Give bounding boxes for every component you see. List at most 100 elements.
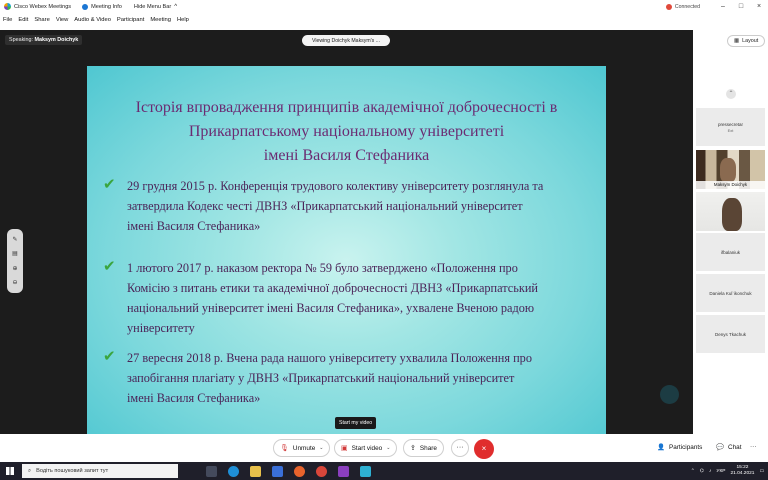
- participant-video-tile[interactable]: [696, 192, 765, 231]
- start-video-button[interactable]: ▣ Start video ⌄: [334, 439, 398, 457]
- search-placeholder: Водіть пошуковий запит тут: [36, 468, 109, 474]
- slide-bullet-text: 1 лютого 2017 р. наказом ректора № 59 бу…: [127, 258, 538, 338]
- menu-view[interactable]: View: [56, 17, 68, 23]
- task-view-icon[interactable]: [206, 465, 217, 477]
- viber-icon[interactable]: [338, 465, 349, 477]
- slide-text-line: імені Василя Стефаника»: [127, 219, 261, 233]
- active-speaker-badge: Speaking: Maksym Doichyk: [5, 35, 83, 45]
- participant-tile[interactable]: ifbalaniuk: [696, 233, 765, 271]
- volume-icon[interactable]: ♪: [709, 469, 711, 474]
- start-video-label: Start video: [351, 444, 383, 452]
- pen-icon[interactable]: ✎: [12, 236, 17, 243]
- layout-icon: ▦: [734, 38, 740, 44]
- zoom-out-icon[interactable]: ⊖: [12, 279, 17, 286]
- participant-tile[interactable]: Daniela Kul`ikonchuk: [696, 274, 765, 312]
- slide-text-line: 29 грудня 2015 р. Конференція трудового …: [127, 179, 544, 193]
- participant-name: pressecretar: [717, 121, 743, 127]
- menu-file[interactable]: File: [3, 17, 12, 23]
- viewing-indicator[interactable]: Viewing Doichyk Maksym's ...: [302, 35, 390, 46]
- webex-taskbar-icon[interactable]: [360, 465, 371, 477]
- share-icon: ⇪: [410, 445, 416, 452]
- windows-taskbar: ⌕ Водіть пошуковий запит тут ⌃ ⌬ ♪ УКР 1…: [0, 462, 768, 480]
- slide-text-line: затвердила Кодекс честі ДВНЗ «Прикарпатс…: [127, 199, 523, 213]
- meeting-info-tab[interactable]: Meeting Info: [76, 3, 128, 10]
- layout-button[interactable]: ▦ Layout: [727, 35, 766, 47]
- notifications-icon[interactable]: ▭: [759, 469, 764, 474]
- chat-button[interactable]: 💬 Chat: [716, 443, 742, 452]
- pointer-icon[interactable]: ▤: [12, 250, 18, 257]
- slide-title-line: Прикарпатському національному університе…: [188, 123, 505, 140]
- close-button[interactable]: ×: [750, 3, 768, 10]
- edge-icon[interactable]: [228, 465, 239, 477]
- clock-date: 21.04.2021: [730, 471, 755, 476]
- network-icon[interactable]: ⌬: [700, 469, 704, 474]
- slide-title-line: імені Василя Стефаника: [263, 147, 430, 164]
- slide-text-line: запобігання плагіату у ДВНЗ «Прикарпатсь…: [127, 371, 515, 385]
- video-off-icon: ▣: [341, 445, 348, 452]
- chevron-up-icon: ^: [174, 3, 178, 10]
- more-options-button[interactable]: ···: [451, 439, 469, 457]
- unmute-button[interactable]: 🎙 Unmute ⌄: [273, 439, 331, 457]
- zoom-in-icon[interactable]: ⊕: [12, 265, 17, 272]
- maximize-button[interactable]: □: [732, 3, 750, 10]
- info-icon: [82, 3, 89, 10]
- language-indicator[interactable]: УКР: [716, 469, 725, 474]
- tray-chevron-up-icon[interactable]: ⌃: [691, 469, 695, 474]
- slide-title: Історія впровадження принципів академічн…: [87, 96, 606, 168]
- clock[interactable]: 15:22 21.04.2021: [730, 465, 754, 477]
- layout-label: Layout: [742, 38, 759, 44]
- participant-tile[interactable]: Denys Tkachuk: [696, 315, 765, 353]
- participant-name: Denys Tkachuk: [715, 331, 746, 337]
- unmute-label: Unmute: [292, 444, 316, 452]
- chevron-down-icon[interactable]: ⌄: [319, 445, 323, 451]
- slide-text-line: університету: [127, 321, 195, 335]
- participant-name: Maksym Doichyk: [696, 181, 765, 189]
- checkmark-icon: ✔: [103, 348, 116, 365]
- slide-title-line: Історія впровадження принципів академічн…: [135, 99, 558, 116]
- participant-tile[interactable]: pressecretar Ext: [696, 108, 765, 146]
- menu-edit[interactable]: Edit: [18, 17, 28, 23]
- chevron-down-icon[interactable]: ⌄: [386, 445, 390, 451]
- minimize-button[interactable]: –: [714, 3, 732, 10]
- connection-status[interactable]: Connected: [665, 3, 700, 10]
- menu-meeting[interactable]: Meeting: [150, 17, 171, 23]
- menu-participant[interactable]: Participant: [117, 17, 144, 23]
- leave-meeting-button[interactable]: ×: [474, 439, 494, 459]
- participant-video-tile[interactable]: Maksym Doichyk: [696, 150, 765, 189]
- slide-text-line: національний університет імені Василя Ст…: [127, 301, 535, 315]
- participants-button[interactable]: 👤 Participants: [657, 443, 702, 452]
- system-tray: ⌃ ⌬ ♪ УКР 15:22 21.04.2021 ▭: [691, 462, 764, 480]
- start-button[interactable]: [0, 462, 20, 480]
- chat-label: Chat: [727, 443, 742, 451]
- participant-name: ifbalaniuk: [720, 249, 740, 255]
- connection-icon: [665, 3, 672, 10]
- slide-bullet: ✔ 29 грудня 2015 р. Конференція трудовог…: [103, 176, 583, 236]
- app-tab[interactable]: Cisco Webex Meetings: [0, 3, 76, 10]
- hide-menu-bar-button[interactable]: Hide Menu Bar ^: [128, 4, 183, 10]
- menu-help[interactable]: Help: [177, 17, 189, 23]
- participant-name: Daniela Kul`ikonchuk: [709, 290, 752, 296]
- hide-menu-bar-label: Hide Menu Bar: [133, 3, 172, 10]
- taskbar-pinned-apps: [206, 465, 371, 477]
- slide-text-line: 27 вересня 2018 р. Вчена рада нашого уні…: [127, 351, 532, 365]
- start-video-tooltip: Start my video: [335, 417, 377, 429]
- participant-video-panel: ▦ Layout ⌃ pressecretar Ext Maksym Doich…: [693, 26, 768, 434]
- taskbar-search[interactable]: ⌕ Водіть пошуковий запит тут: [22, 464, 178, 478]
- menu-bar: File Edit Share View Audio & Video Parti…: [0, 14, 195, 26]
- share-label: Share: [419, 444, 437, 452]
- windows-logo-icon: [6, 467, 14, 475]
- menu-audio-video[interactable]: Audio & Video: [74, 17, 111, 23]
- firefox-icon[interactable]: [294, 465, 305, 477]
- chrome-icon[interactable]: [316, 465, 327, 477]
- chat-icon: 💬: [716, 444, 724, 451]
- speaking-label: Speaking:: [9, 37, 33, 43]
- microphone-muted-icon: 🎙: [280, 445, 289, 452]
- file-explorer-icon[interactable]: [250, 465, 261, 477]
- more-right-button[interactable]: ···: [750, 443, 756, 450]
- store-icon[interactable]: [272, 465, 283, 477]
- floating-chat-bubble-icon[interactable]: [660, 385, 679, 404]
- share-button[interactable]: ⇪ Share: [403, 439, 444, 457]
- checkmark-icon: ✔: [103, 258, 116, 275]
- scroll-up-icon[interactable]: ⌃: [726, 89, 736, 99]
- menu-share[interactable]: Share: [34, 17, 49, 23]
